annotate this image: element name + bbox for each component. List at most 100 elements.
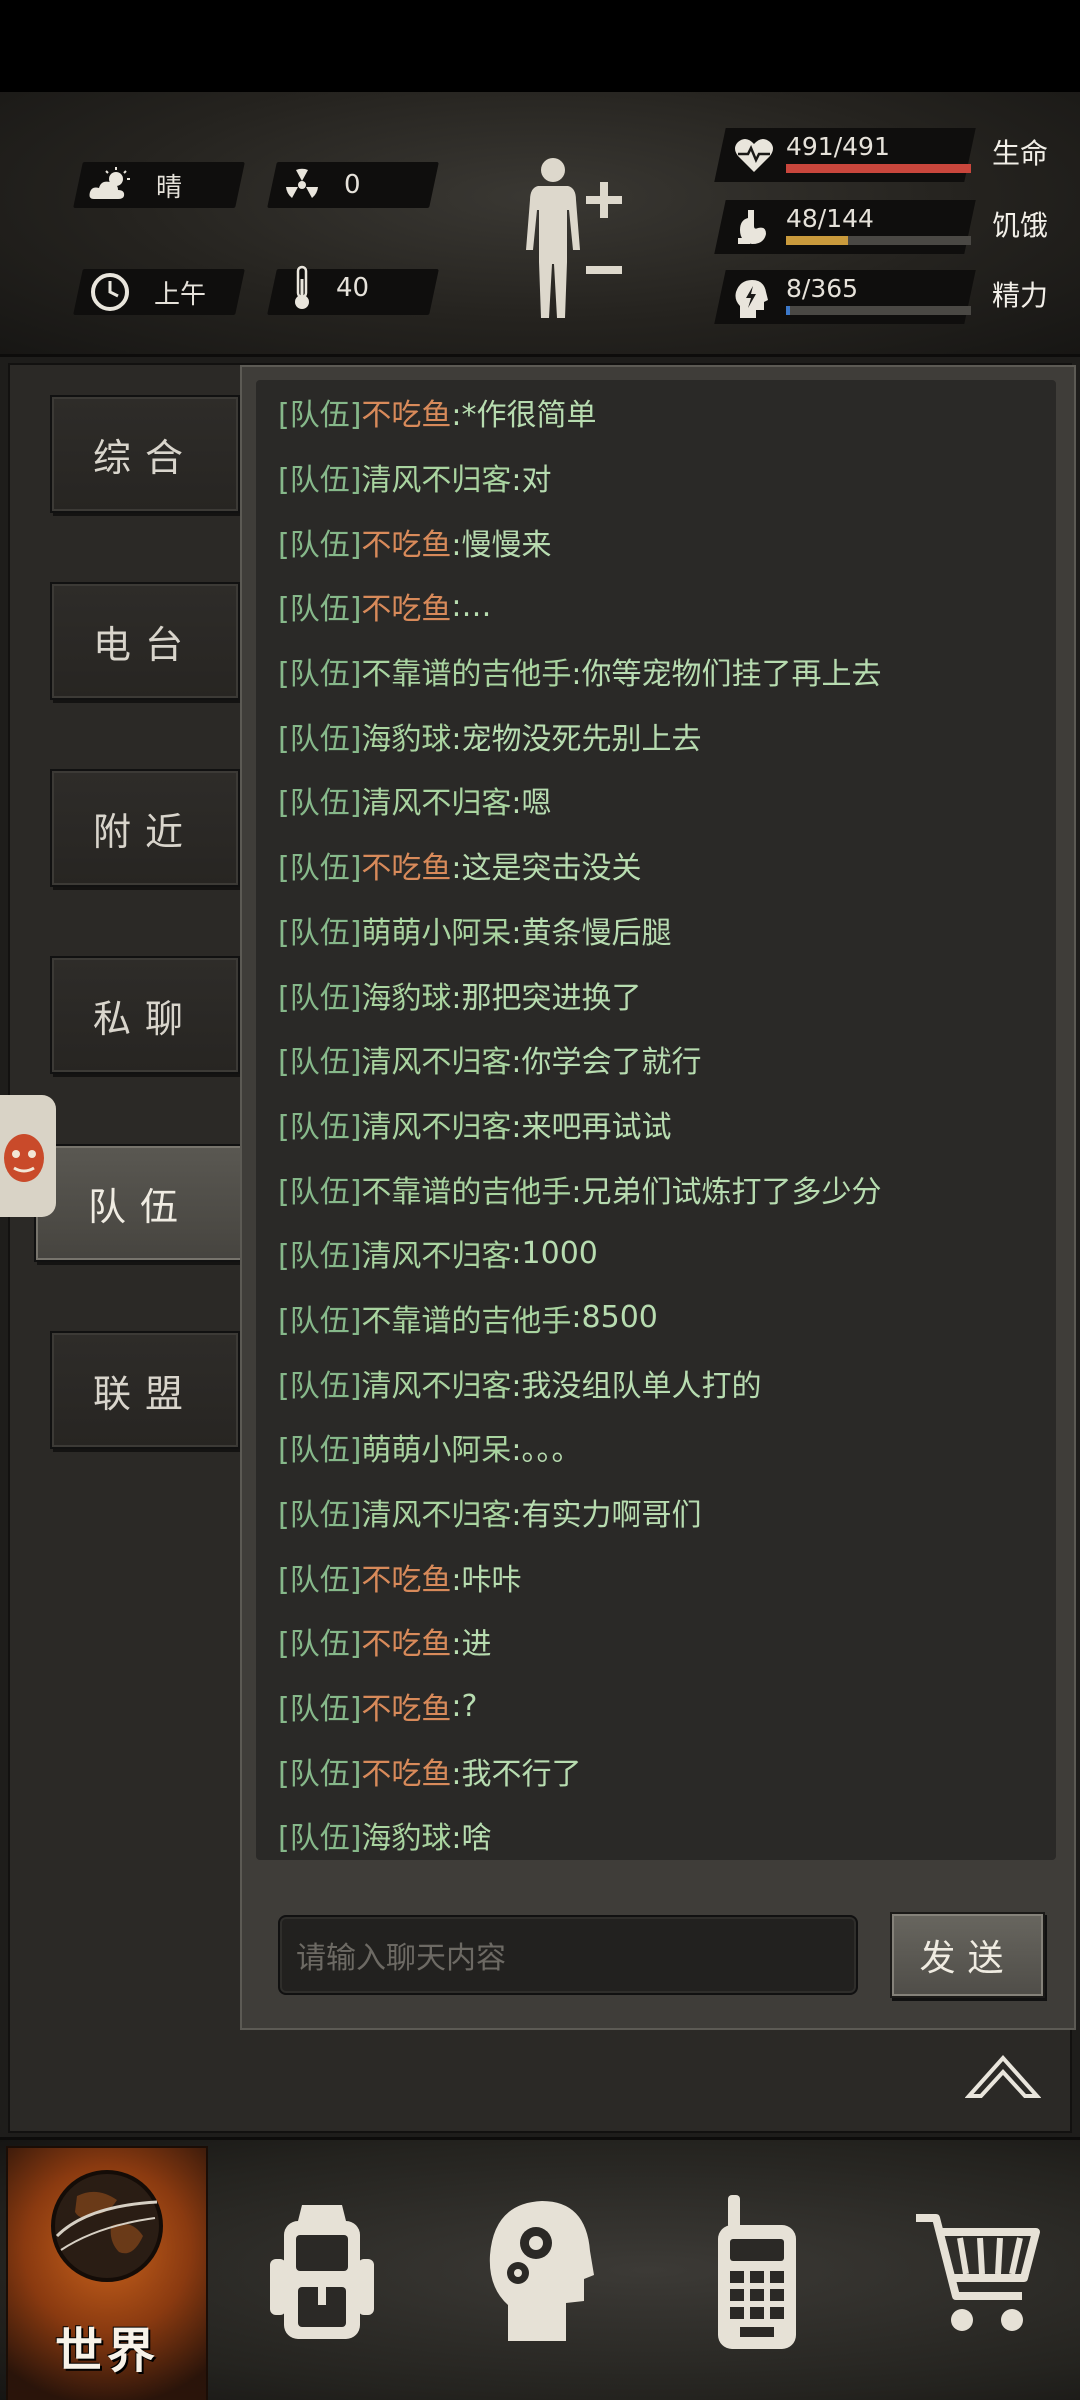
chat-message: [队伍] 不吃鱼:… xyxy=(256,574,1056,639)
tab-team[interactable]: 队伍 xyxy=(34,1144,246,1262)
message-text: :8500 xyxy=(571,1300,658,1336)
chat-message: [队伍] 清风不归客:有实力啊哥们 xyxy=(256,1480,1056,1545)
message-text: :这是突击没关 xyxy=(451,851,642,887)
message-sender[interactable]: 不吃鱼 xyxy=(361,390,451,434)
bottom-nav: 世界 xyxy=(0,2137,1080,2400)
tab-nearby[interactable]: 附近 xyxy=(50,769,240,887)
message-text: :咔咔 xyxy=(451,1562,522,1598)
chat-message: [队伍] 不吃鱼:? xyxy=(256,1674,1056,1739)
message-text: :我不行了 xyxy=(451,1756,582,1792)
message-sender[interactable]: 清风不归客 xyxy=(361,1490,511,1534)
message-text: :我没组队单人打的 xyxy=(511,1368,762,1404)
message-channel: [队伍] xyxy=(278,1562,362,1598)
message-channel: [队伍] xyxy=(278,915,362,951)
radiation-icon xyxy=(286,168,318,198)
human-body-icon xyxy=(526,158,580,318)
status-hud: 晴 0 上午 40 491/491 生命 48/144 饥饿 8/365 精力 xyxy=(0,92,1080,357)
message-channel: [队伍] xyxy=(278,1692,362,1728)
nav-shop-button[interactable] xyxy=(912,2208,1042,2342)
message-sender[interactable]: 不吃鱼 xyxy=(361,1684,451,1728)
nav-world-button[interactable]: 世界 xyxy=(6,2146,208,2400)
tab-private[interactable]: 私聊 xyxy=(50,956,240,1074)
collapse-button[interactable] xyxy=(964,2050,1042,2104)
tab-alliance[interactable]: 联盟 xyxy=(50,1331,240,1449)
backpack-icon xyxy=(270,2205,374,2339)
message-sender[interactable]: 不吃鱼 xyxy=(361,1555,451,1599)
hunger-value: 48/144 xyxy=(786,204,874,233)
nav-radio-button[interactable] xyxy=(712,2195,802,2355)
chevron-up-icon xyxy=(964,2055,1042,2098)
message-sender[interactable]: 不吃鱼 xyxy=(361,1619,451,1663)
cloud-sun-icon xyxy=(89,167,130,199)
message-sender[interactable]: 不吃鱼 xyxy=(361,520,451,564)
floating-assistant-button[interactable] xyxy=(0,1095,56,1217)
message-sender[interactable]: 清风不归客 xyxy=(361,455,511,499)
chat-message: [队伍] 清风不归客:我没组队单人打的 xyxy=(256,1350,1056,1415)
message-sender[interactable]: 不吃鱼 xyxy=(361,1749,451,1793)
skills-head-icon xyxy=(489,2201,594,2341)
message-channel: [队伍] xyxy=(278,1498,362,1534)
chat-message: [队伍] 不吃鱼:咔咔 xyxy=(256,1544,1056,1609)
globe-icon xyxy=(51,2170,163,2282)
tab-general[interactable]: 综合 xyxy=(50,395,240,513)
health-label: 生命 xyxy=(992,137,1049,170)
message-channel: [队伍] xyxy=(278,398,362,434)
message-text: :宠物没死先别上去 xyxy=(451,721,702,757)
message-sender[interactable]: 清风不归客 xyxy=(361,1361,511,1405)
chat-message: [队伍] 海豹球:宠物没死先别上去 xyxy=(256,703,1056,768)
chat-message: [队伍] 不靠谱的吉他手:8500 xyxy=(256,1286,1056,1351)
message-sender[interactable]: 海豹球 xyxy=(361,1813,451,1857)
energy-label: 精力 xyxy=(992,279,1049,312)
message-channel: [队伍] xyxy=(278,1368,362,1404)
hunger-label: 饥饿 xyxy=(992,209,1049,242)
heart-pulse-icon xyxy=(735,138,773,172)
chat-message-list[interactable]: [队伍] 不吃鱼:*作很简单 [队伍] 清风不归客:对 [队伍] 不吃鱼:慢慢来 [队伍] 不… xyxy=(256,380,1056,1860)
hunger-bar xyxy=(786,236,971,245)
thermometer-icon xyxy=(295,265,309,309)
nav-skills-button[interactable] xyxy=(486,2195,596,2349)
clock-icon xyxy=(91,273,129,311)
nav-backpack-button[interactable] xyxy=(262,2195,382,2349)
message-sender[interactable]: 不靠谱的吉他手 xyxy=(361,649,571,693)
time-indicator: 上午 xyxy=(90,269,206,315)
chat-input[interactable]: 请输入聊天内容 xyxy=(278,1915,858,1995)
radiation-value: 0 xyxy=(344,170,361,200)
message-sender[interactable]: 不吃鱼 xyxy=(361,843,451,887)
message-channel: [队伍] xyxy=(278,1821,362,1857)
message-channel: [队伍] xyxy=(278,463,362,499)
character-body-button[interactable] xyxy=(520,154,630,322)
message-channel: [队伍] xyxy=(278,1174,362,1210)
message-sender[interactable]: 清风不归客 xyxy=(361,1102,511,1146)
message-text: :嗯 xyxy=(511,786,552,822)
message-sender[interactable]: 不靠谱的吉他手 xyxy=(361,1167,571,1211)
message-text: :啥 xyxy=(451,1821,492,1857)
mascot-icon xyxy=(4,1134,44,1182)
message-channel: [队伍] xyxy=(278,1239,362,1275)
tab-radio[interactable]: 电台 xyxy=(50,582,240,700)
message-channel: [队伍] xyxy=(278,1303,362,1339)
send-button[interactable]: 发送 xyxy=(890,1912,1045,1998)
message-sender[interactable]: 不靠谱的吉他手 xyxy=(361,1296,571,1340)
message-channel: [队伍] xyxy=(278,980,362,1016)
message-sender[interactable]: 萌萌小阿呆 xyxy=(361,1425,511,1469)
message-text: :对 xyxy=(511,463,552,499)
health-value: 491/491 xyxy=(786,132,890,161)
message-text: :1000 xyxy=(511,1235,598,1271)
message-sender[interactable]: 清风不归客 xyxy=(361,1231,511,1275)
chat-message: [队伍] 海豹球:啥 xyxy=(256,1803,1056,1860)
message-sender[interactable]: 清风不归客 xyxy=(361,1037,511,1081)
chat-message: [队伍] 不吃鱼:慢慢来 xyxy=(256,509,1056,574)
message-sender[interactable]: 海豹球 xyxy=(361,973,451,1017)
message-sender[interactable]: 清风不归客 xyxy=(361,778,511,822)
message-sender[interactable]: 海豹球 xyxy=(361,714,451,758)
radiation-indicator: 0 xyxy=(284,162,361,208)
chat-message: [队伍] 不吃鱼:这是突击没关 xyxy=(256,833,1056,898)
chat-message: [队伍] 清风不归客:对 xyxy=(256,445,1056,510)
message-sender[interactable]: 不吃鱼 xyxy=(361,584,451,628)
chat-message: [队伍] 清风不归客:1000 xyxy=(256,1221,1056,1286)
health-bar xyxy=(786,164,971,173)
message-sender[interactable]: 萌萌小阿呆 xyxy=(361,908,511,952)
message-text: :兄弟们试炼打了多少分 xyxy=(571,1174,882,1210)
message-channel: [队伍] xyxy=(278,1109,362,1145)
chat-message: [队伍] 萌萌小阿呆:黄条慢后腿 xyxy=(256,898,1056,963)
